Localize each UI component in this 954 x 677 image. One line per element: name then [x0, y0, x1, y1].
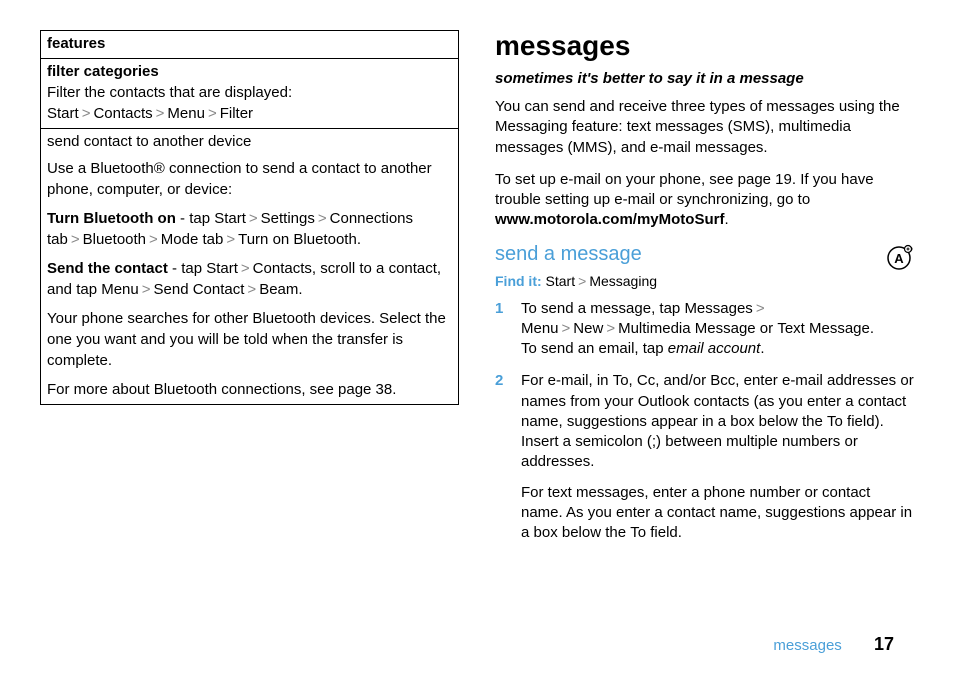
- setup-paragraph: To set up e-mail on your phone, see page…: [495, 170, 914, 231]
- chevron-right-icon: >: [146, 231, 161, 248]
- features-table: features filter categories Filter the co…: [40, 30, 459, 405]
- find-it-label: Find it:: [495, 273, 542, 289]
- left-column: features filter categories Filter the co…: [40, 30, 459, 555]
- chevron-right-icon: >: [603, 320, 618, 337]
- subsection-heading: send a message: [495, 243, 642, 266]
- step-number: 1: [495, 299, 509, 360]
- nav-path: Start>Contacts>Menu>Filter: [47, 103, 452, 124]
- page-spread: features filter categories Filter the co…: [40, 30, 914, 555]
- row-title: send contact to another device: [47, 131, 452, 152]
- accessibility-icon: A: [884, 243, 914, 273]
- step-number: 2: [495, 371, 509, 543]
- chevron-right-icon: >: [68, 231, 83, 248]
- chevron-right-icon: >: [559, 320, 574, 337]
- chevron-right-icon: >: [139, 281, 154, 298]
- more-info-text: For more about Bluetooth connections, se…: [47, 379, 452, 400]
- subsection-header-row: send a message A: [495, 243, 914, 273]
- svg-text:A: A: [894, 251, 904, 266]
- bluetooth-on-instruction: Turn Bluetooth on - tap Start>Settings>C…: [47, 208, 452, 250]
- section-heading: messages: [495, 30, 914, 62]
- table-row-send-contact: send contact to another device Use a Blu…: [41, 129, 458, 404]
- chevron-right-icon: >: [223, 231, 238, 248]
- chevron-right-icon: >: [238, 260, 253, 277]
- page-number: 17: [874, 634, 894, 654]
- result-text: Your phone searches for other Bluetooth …: [47, 308, 452, 371]
- footer-section-label: messages: [773, 637, 841, 654]
- support-url: www.motorola.com/myMotoSurf: [495, 211, 724, 228]
- row-desc: Use a Bluetooth® connection to send a co…: [47, 158, 452, 200]
- table-header-text: features: [47, 35, 105, 52]
- step-item: 2 For e-mail, in To, Cc, and/or Bcc, ent…: [495, 371, 914, 543]
- section-tagline: sometimes it's better to say it in a mes…: [495, 70, 914, 87]
- table-header: features: [41, 31, 458, 59]
- chevron-right-icon: >: [244, 281, 259, 298]
- step-body: To send a message, tap Messages> Menu>Ne…: [521, 299, 914, 360]
- steps-list: 1 To send a message, tap Messages> Menu>…: [495, 299, 914, 544]
- chevron-right-icon: >: [753, 300, 768, 317]
- row-title: filter categories: [47, 61, 452, 82]
- row-desc: Filter the contacts that are displayed:: [47, 82, 452, 103]
- step-body: For e-mail, in To, Cc, and/or Bcc, enter…: [521, 371, 914, 543]
- send-contact-instruction: Send the contact - tap Start>Contacts, s…: [47, 258, 452, 300]
- table-row-filter: filter categories Filter the contacts th…: [41, 59, 458, 129]
- chevron-right-icon: >: [153, 105, 168, 122]
- chevron-right-icon: >: [575, 273, 589, 289]
- page-footer: messages 17: [773, 634, 894, 655]
- intro-paragraph: You can send and receive three types of …: [495, 97, 914, 158]
- chevron-right-icon: >: [315, 210, 330, 227]
- step-item: 1 To send a message, tap Messages> Menu>…: [495, 299, 914, 360]
- find-it-line: Find it: Start>Messaging: [495, 273, 914, 289]
- chevron-right-icon: >: [246, 210, 261, 227]
- right-column: messages sometimes it's better to say it…: [495, 30, 914, 555]
- chevron-right-icon: >: [205, 105, 220, 122]
- chevron-right-icon: >: [79, 105, 94, 122]
